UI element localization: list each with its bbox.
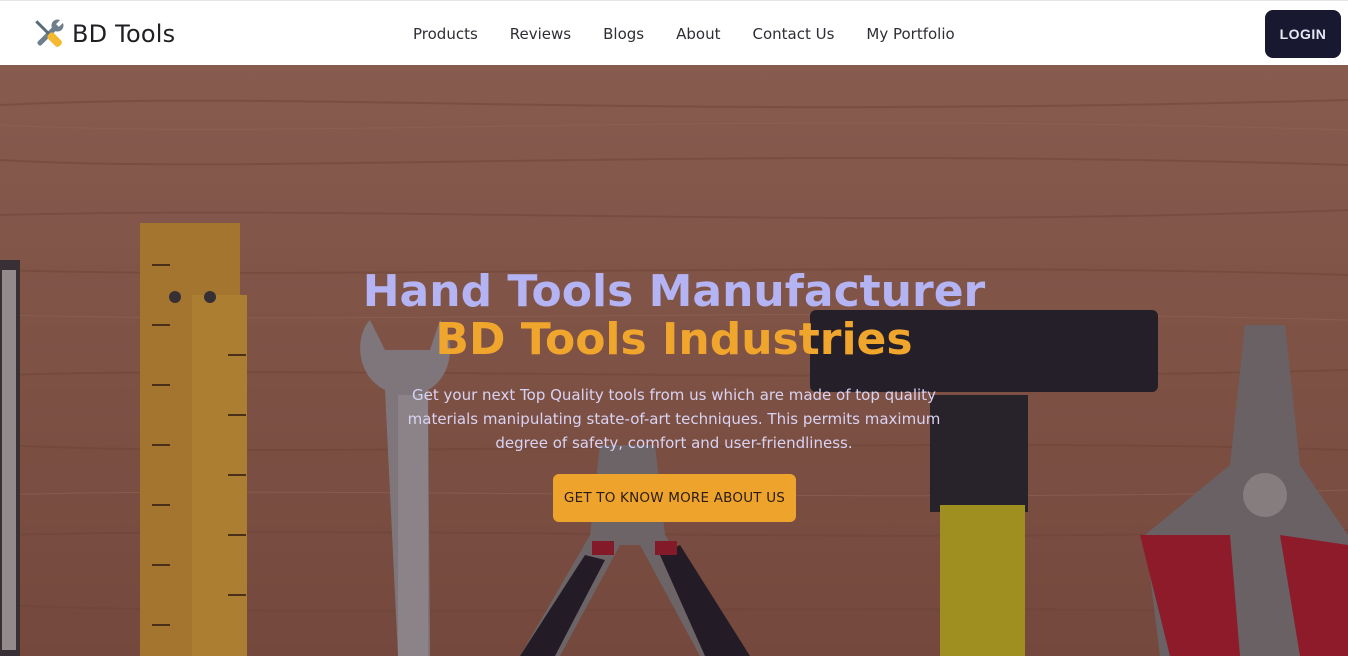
login-button[interactable]: LOGIN	[1265, 10, 1341, 58]
main-nav: Products Reviews Blogs About Contact Us …	[397, 21, 971, 47]
brand-link[interactable]: BD Tools	[30, 15, 175, 53]
navbar: BD Tools Products Reviews Blogs About Co…	[0, 0, 1348, 65]
hero-title: Hand Tools Manufacturer	[362, 266, 986, 317]
nav-item-contact-us[interactable]: Contact Us	[736, 21, 850, 47]
hero-subtitle: BD Tools Industries	[435, 314, 913, 365]
nav-item-blogs[interactable]: Blogs	[587, 21, 660, 47]
nav-item-reviews[interactable]: Reviews	[494, 21, 587, 47]
nav-item-about[interactable]: About	[660, 21, 736, 47]
nav-item-my-portfolio[interactable]: My Portfolio	[850, 21, 970, 47]
brand-name: BD Tools	[72, 20, 176, 48]
hero-content: Hand Tools Manufacturer BD Tools Industr…	[0, 65, 1348, 656]
tools-icon	[35, 19, 64, 47]
nav-item-products[interactable]: Products	[397, 21, 494, 47]
hero-section: Hand Tools Manufacturer BD Tools Industr…	[0, 65, 1348, 656]
hero-description: Get your next Top Quality tools from us …	[407, 386, 941, 452]
about-us-button[interactable]: GET TO KNOW MORE ABOUT US	[553, 474, 796, 522]
